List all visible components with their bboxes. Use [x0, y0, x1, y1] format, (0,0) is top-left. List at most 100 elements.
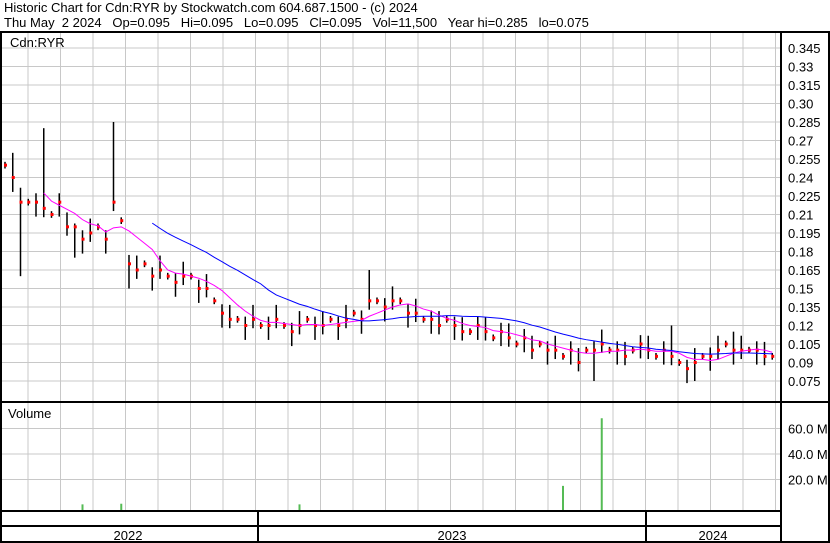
close-marker [771, 354, 775, 358]
close-marker [577, 361, 581, 364]
price-tick-label: 0.315 [788, 78, 821, 93]
volume-tick-label: 20.0 M [788, 473, 828, 488]
close-marker [267, 324, 271, 327]
close-marker [19, 200, 23, 204]
close-marker [174, 280, 178, 284]
price-tick-label: 0.27 [788, 134, 813, 149]
price-tick-label: 0.30 [788, 97, 813, 112]
price-tick-label: 0.135 [788, 300, 821, 315]
price-tick-label: 0.105 [788, 337, 821, 352]
price-tick-label: 0.15 [788, 282, 813, 297]
close-marker [329, 317, 333, 321]
close-marker [724, 342, 728, 346]
close-marker [306, 317, 310, 321]
close-marker [166, 274, 170, 278]
close-marker [562, 354, 565, 358]
close-marker [461, 330, 465, 334]
close-marker [709, 354, 713, 358]
close-marker [27, 200, 31, 204]
close-marker [42, 206, 46, 210]
close-marker [469, 330, 472, 334]
close-marker [120, 219, 124, 223]
close-marker [259, 324, 263, 327]
close-marker [4, 163, 7, 167]
close-marker [143, 262, 147, 266]
close-marker [81, 237, 85, 241]
close-marker [35, 200, 38, 204]
close-marker [453, 324, 457, 327]
close-marker [376, 299, 379, 303]
close-marker [151, 274, 155, 278]
close-marker [399, 299, 403, 303]
close-marker [391, 299, 395, 303]
price-tick-label: 0.21 [788, 208, 813, 223]
close-marker [531, 348, 534, 352]
close-marker [732, 348, 736, 352]
close-marker [670, 354, 674, 358]
close-marker [112, 200, 116, 204]
close-marker [600, 342, 604, 346]
close-marker [205, 287, 209, 290]
close-marker [655, 354, 658, 358]
close-marker [546, 348, 550, 352]
close-marker [492, 336, 496, 340]
close-marker [290, 330, 294, 334]
close-marker [515, 342, 519, 346]
close-marker [182, 274, 186, 278]
close-marker [283, 324, 286, 327]
close-marker [368, 299, 372, 303]
close-marker [221, 311, 224, 315]
price-tick-label: 0.195 [788, 226, 821, 241]
price-tick-label: 0.33 [788, 60, 813, 75]
close-marker [414, 311, 418, 315]
close-marker [507, 336, 511, 340]
close-marker [763, 354, 767, 358]
close-marker [593, 348, 596, 352]
close-marker [236, 317, 240, 321]
close-marker [50, 213, 54, 216]
close-marker [128, 262, 131, 266]
close-marker [383, 305, 387, 309]
close-marker [252, 317, 255, 321]
close-marker [197, 287, 201, 290]
close-marker [73, 225, 77, 229]
close-marker [104, 237, 108, 241]
close-marker [337, 324, 341, 327]
close-marker [678, 361, 682, 364]
close-marker [58, 200, 62, 204]
close-marker [352, 311, 356, 315]
close-marker [430, 317, 434, 321]
close-marker [585, 348, 589, 352]
close-marker [407, 311, 410, 315]
price-tick-label: 0.18 [788, 245, 813, 260]
year-label: 2022 [114, 528, 143, 543]
close-marker [701, 354, 705, 358]
price-tick-label: 0.165 [788, 263, 821, 278]
close-marker [244, 324, 248, 327]
price-tick-label: 0.255 [788, 152, 821, 167]
close-marker [686, 367, 689, 371]
close-marker [89, 231, 93, 235]
close-marker [438, 324, 441, 327]
volume-tick-label: 40.0 M [788, 447, 828, 462]
close-marker [66, 225, 69, 229]
volume-label: Volume [8, 406, 51, 421]
close-marker [717, 348, 720, 352]
close-marker [159, 268, 162, 272]
close-marker [11, 176, 15, 179]
close-marker [538, 342, 542, 346]
year-label: 2023 [438, 528, 467, 543]
close-marker [213, 299, 217, 303]
close-marker [135, 268, 139, 272]
price-tick-label: 0.285 [788, 115, 821, 130]
volume-tick-label: 60.0 M [788, 422, 828, 437]
stock-chart: 0.345 0.33 0.315 0.30 0.285 0.27 0.255 0.24 0.22… [0, 31, 830, 543]
close-marker [693, 361, 697, 364]
price-tick-label: 0.09 [788, 356, 813, 371]
close-marker [228, 317, 232, 321]
year-label: 2024 [699, 528, 728, 543]
price-tick-label: 0.24 [788, 171, 813, 186]
symbol-label: Cdn:RYR [10, 35, 65, 50]
close-marker [422, 317, 426, 321]
close-marker [639, 342, 643, 346]
